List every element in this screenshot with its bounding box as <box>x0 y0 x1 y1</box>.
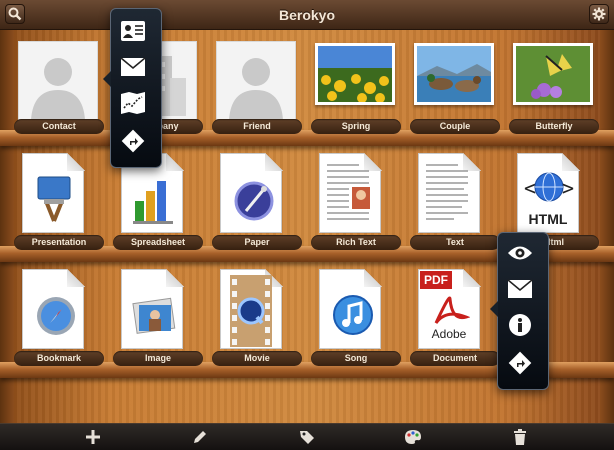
item-label: Spreadsheet <box>113 235 203 250</box>
adobe-brand: Adobe <box>431 327 467 341</box>
map-icon <box>121 92 145 114</box>
pdf-badge: PDF <box>420 271 452 289</box>
title-bar: Berokyo <box>0 0 614 30</box>
item-label: Text <box>410 235 500 250</box>
page-fold <box>166 153 184 171</box>
item-paper[interactable]: Paper <box>208 153 304 250</box>
numbers-icon <box>133 181 173 224</box>
globe-icon: < > <box>524 172 574 202</box>
popover-map-button[interactable] <box>115 87 151 119</box>
item-label: Paper <box>212 235 302 250</box>
trash-icon <box>514 429 526 445</box>
page-fold <box>67 269 85 287</box>
item-label: Presentation <box>14 235 104 250</box>
popover-preview-button[interactable] <box>502 237 538 269</box>
popover-contact-card-button[interactable] <box>115 15 151 47</box>
item-label: Image <box>113 351 203 366</box>
item-spring[interactable]: Spring <box>307 37 403 134</box>
directions-icon <box>121 129 145 153</box>
palette-button[interactable] <box>402 427 424 447</box>
add-icon <box>86 430 100 444</box>
gear-icon <box>592 7 606 21</box>
svg-text:<: < <box>524 176 536 200</box>
itunes-icon <box>333 295 373 335</box>
palette-icon <box>405 430 421 444</box>
item-contact[interactable]: Contact <box>10 37 106 134</box>
item-label: Couple <box>410 119 500 134</box>
item-butterfly[interactable]: Butterfly <box>505 37 601 134</box>
item-friend[interactable]: Friend <box>208 37 304 134</box>
html-tag-text: HTML <box>528 211 568 227</box>
quicktime-icon <box>230 275 272 347</box>
page-fold <box>67 153 85 171</box>
item-presentation[interactable]: Presentation <box>10 153 106 250</box>
add-button[interactable] <box>82 427 104 447</box>
pages-icon <box>234 181 274 221</box>
text-lines <box>426 164 468 220</box>
acrobat-icon <box>434 296 470 324</box>
popover-arrow <box>490 301 498 317</box>
page-fold <box>364 269 382 287</box>
item-label: Bookmark <box>14 351 104 366</box>
item-rich-text[interactable]: Rich Text <box>307 153 403 250</box>
item-movie[interactable]: Movie <box>208 269 304 366</box>
popover-mail-button[interactable] <box>115 51 151 83</box>
item-label: Rich Text <box>311 235 401 250</box>
item-label: Spring <box>311 119 401 134</box>
text-lines <box>327 164 370 220</box>
item-label: Song <box>311 351 401 366</box>
pencil-icon <box>194 431 206 443</box>
contact-actions-popover <box>103 8 162 168</box>
popover-info-button[interactable] <box>502 309 538 341</box>
spring-photo <box>315 43 395 105</box>
couple-photo <box>414 43 494 105</box>
safari-icon <box>37 297 75 335</box>
item-couple[interactable]: Couple <box>406 37 502 134</box>
photo-icon <box>132 297 176 334</box>
item-song[interactable]: Song <box>307 269 403 366</box>
butterfly-photo <box>513 43 593 105</box>
page-fold <box>265 153 283 171</box>
item-label: Movie <box>212 351 302 366</box>
item-bookmark[interactable]: Bookmark <box>10 269 106 366</box>
page-fold <box>463 269 481 287</box>
eye-icon <box>508 246 532 260</box>
app-title: Berokyo <box>278 7 336 23</box>
edit-button[interactable] <box>189 427 211 447</box>
document-actions-popover <box>490 232 549 390</box>
popover-directions-button[interactable] <box>115 125 151 157</box>
svg-text:>: > <box>562 176 574 200</box>
page-fold <box>166 269 184 287</box>
tag-icon <box>300 431 314 444</box>
popover-mail-button[interactable] <box>502 273 538 305</box>
item-text[interactable]: Text <box>406 153 502 250</box>
popover-arrow <box>103 71 111 87</box>
mail-icon <box>507 279 533 298</box>
contact-card-icon <box>121 21 145 41</box>
bottom-toolbar <box>0 423 614 450</box>
item-label: Friend <box>212 119 302 134</box>
contact-thumbnail <box>18 41 98 121</box>
settings-button[interactable] <box>589 4 609 24</box>
item-document[interactable]: PDF Adobe Document <box>406 269 502 366</box>
friend-thumbnail <box>216 41 296 121</box>
directions-icon <box>508 351 532 375</box>
popover-directions-button[interactable] <box>502 347 538 379</box>
mail-icon <box>120 57 146 76</box>
tag-button[interactable] <box>296 427 318 447</box>
keynote-icon <box>37 176 71 222</box>
item-label: Document <box>410 351 500 366</box>
item-label: Butterfly <box>509 119 599 134</box>
item-image[interactable]: Image <box>109 269 205 366</box>
delete-button[interactable] <box>509 427 531 447</box>
info-icon <box>509 314 531 336</box>
item-label: Contact <box>14 119 104 134</box>
